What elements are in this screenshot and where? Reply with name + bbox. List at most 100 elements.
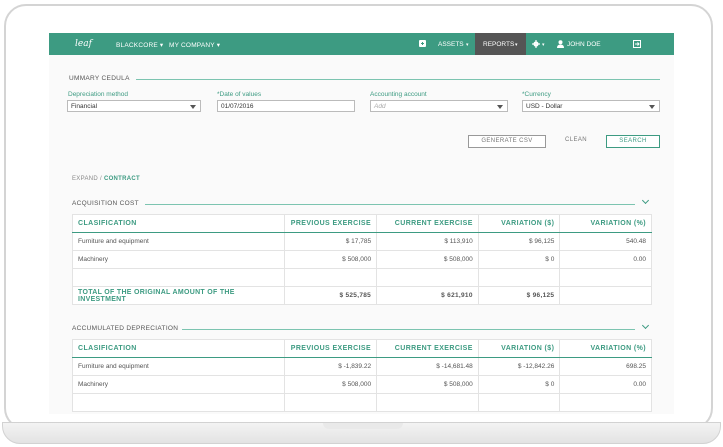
column-header: VARIATION (%) (559, 214, 652, 233)
table-cell: $ -1,839.22 (284, 357, 378, 376)
column-header: VARIATION (%) (559, 339, 652, 358)
table-cell (559, 286, 652, 305)
chevron-down-icon (497, 105, 503, 109)
chevron-down-icon (190, 105, 196, 109)
nav-assets[interactable]: ASSETS (438, 41, 464, 48)
acquisition-divider (145, 204, 635, 205)
table-cell: $ -14,681.48 (376, 357, 479, 376)
table-cell: $ 96,125 (477, 232, 561, 251)
table-total-row: TOTAL OF THE ORIGINAL AMOUNT OF THE INVE… (71, 286, 652, 305)
table-row: Machinery $ 508,000 $ 508,000 $ 0 0.00 (71, 250, 652, 269)
table-cell: Furniture and equipment (71, 232, 286, 251)
table-cell: $ 621,910 (376, 286, 479, 305)
nav-reports-label: REPORTS (483, 41, 515, 48)
column-header: VARIATION ($) (477, 339, 561, 358)
acquisition-cost-title: ACQUISITION COST (72, 200, 139, 207)
table-cell: $ 508,000 (376, 250, 479, 269)
table-cell (71, 268, 286, 287)
table-header-row: CLASIFICATION PREVIOUS EXERCISE CURRENT … (71, 214, 652, 233)
top-navbar: leaf BLACKCORE ▾ MY COMPANY ▾ ASSETS ▾ R… (49, 33, 674, 55)
column-header: PREVIOUS EXERCISE (284, 339, 378, 358)
summary-title: UMMARY CEDULA (69, 75, 130, 82)
column-header: CLASIFICATION (71, 339, 286, 358)
company-dropdown-blackcore[interactable]: BLACKCORE ▾ (116, 41, 163, 49)
company-dropdown-my-company[interactable]: MY COMPANY ▾ (169, 41, 220, 49)
nav-reports[interactable]: REPORTS ▾ (475, 33, 526, 55)
table-cell: 698.25 (559, 357, 652, 376)
currency-value: USD - Dollar (526, 103, 563, 110)
date-of-values-label: *Date of values (217, 91, 262, 98)
column-header: CLASIFICATION (71, 214, 286, 233)
table-cell: $ 508,000 (284, 375, 378, 394)
date-of-values-value: 01/07/2016 (221, 103, 254, 110)
table-cell (284, 268, 378, 287)
table-cell: $ 508,000 (284, 250, 378, 269)
assets-caret-icon[interactable]: ▾ (466, 42, 469, 48)
column-header: CURRENT EXERCISE (376, 214, 479, 233)
table-row: Furniture and equipment $ 17,785 $ 113,9… (71, 232, 652, 251)
table-cell: 0.00 (559, 250, 652, 269)
logout-icon[interactable] (633, 40, 641, 48)
column-header: CURRENT EXERCISE (376, 339, 479, 358)
table-cell: $ 113,910 (376, 232, 479, 251)
user-menu[interactable]: JOHN DOE (567, 41, 601, 48)
table-cell: $ 96,125 (477, 286, 561, 305)
clean-button[interactable]: CLEAN (559, 135, 593, 148)
depreciation-method-select[interactable]: Financial (67, 100, 201, 112)
table-row: Machinery $ 508,000 $ 508,000 $ 0 0.00 (71, 375, 652, 394)
table-cell (376, 393, 479, 412)
reports-caret-icon: ▾ (515, 42, 518, 48)
table-row-empty (71, 268, 652, 287)
table-cell (284, 393, 378, 412)
table-row: Furniture and equipment $ -1,839.22 $ -1… (71, 357, 652, 376)
table-cell: $ 17,785 (284, 232, 378, 251)
table-cell: $ 0 (477, 375, 561, 394)
gear-icon[interactable] (532, 40, 540, 48)
chevron-down-icon (649, 105, 655, 109)
generate-csv-button[interactable]: GENERATE CSV (468, 135, 546, 148)
table-cell: Machinery (71, 250, 286, 269)
table-cell (71, 393, 286, 412)
table-cell (559, 268, 652, 287)
table-cell (559, 393, 652, 412)
table-cell: $ 0 (477, 250, 561, 269)
settings-caret-icon[interactable]: ▾ (542, 42, 545, 48)
table-row-empty (71, 393, 652, 412)
laptop-frame: leaf BLACKCORE ▾ MY COMPANY ▾ ASSETS ▾ R… (0, 0, 723, 447)
table-cell (477, 393, 561, 412)
date-of-values-input[interactable]: 01/07/2016 (217, 100, 355, 112)
table-cell: $ -12,842.26 (477, 357, 561, 376)
search-button[interactable]: SEARCH (606, 135, 660, 148)
table-cell: Furniture and equipment (71, 357, 286, 376)
chevron-down-icon[interactable] (641, 196, 650, 205)
app-screen: leaf BLACKCORE ▾ MY COMPANY ▾ ASSETS ▾ R… (49, 33, 674, 414)
accounting-account-select[interactable]: Add (370, 100, 508, 112)
expand-link[interactable]: EXPAND (72, 176, 98, 182)
add-icon[interactable] (419, 40, 426, 47)
currency-label: *Currency (522, 91, 551, 98)
accumulated-depreciation-title: ACCUMULATED DEPRECIATION (72, 325, 179, 332)
accumulated-depreciation-table: CLASIFICATION PREVIOUS EXERCISE CURRENT … (71, 339, 652, 412)
acquisition-cost-table: CLASIFICATION PREVIOUS EXERCISE CURRENT … (71, 214, 652, 305)
table-cell: 0.00 (559, 375, 652, 394)
table-header-row: CLASIFICATION PREVIOUS EXERCISE CURRENT … (71, 339, 652, 358)
depreciation-method-label: Depreciation method (68, 91, 128, 98)
table-cell: $ 525,785 (284, 286, 378, 305)
accounting-account-placeholder: Add (374, 103, 386, 110)
total-label: TOTAL OF THE ORIGINAL AMOUNT OF THE INVE… (71, 286, 286, 305)
app-logo[interactable]: leaf (75, 39, 92, 49)
user-icon (557, 40, 564, 48)
column-header: VARIATION ($) (477, 214, 561, 233)
contract-link[interactable]: CONTRACT (104, 176, 140, 182)
depreciation-method-value: Financial (71, 103, 98, 110)
depreciation-divider (182, 329, 635, 330)
currency-select[interactable]: USD - Dollar (522, 100, 660, 112)
table-cell (477, 268, 561, 287)
table-cell: $ 508,000 (376, 375, 479, 394)
table-cell (376, 268, 479, 287)
table-cell: Machinery (71, 375, 286, 394)
laptop-base (2, 422, 721, 444)
expand-contract-toggle: EXPAND / CONTRACT (72, 176, 140, 182)
chevron-down-icon[interactable] (641, 321, 650, 330)
summary-divider (136, 79, 660, 80)
